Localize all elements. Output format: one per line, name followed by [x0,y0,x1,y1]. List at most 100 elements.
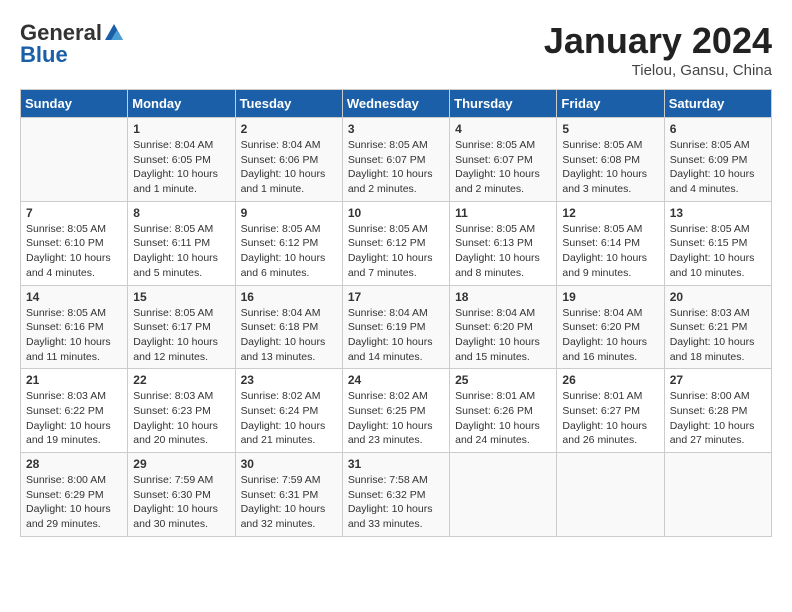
logo-icon [103,22,125,44]
calendar-cell [664,453,771,537]
day-number: 16 [241,290,337,304]
header-thursday: Thursday [450,90,557,118]
calendar-cell: 24 Sunrise: 8:02 AMSunset: 6:25 PMDayligh… [342,369,449,453]
calendar-cell: 1 Sunrise: 8:04 AMSunset: 6:05 PMDaylight… [128,118,235,202]
day-info: Sunrise: 8:03 AMSunset: 6:21 PMDaylight:… [670,306,766,365]
day-info: Sunrise: 8:04 AMSunset: 6:20 PMDaylight:… [455,306,551,365]
day-info: Sunrise: 7:58 AMSunset: 6:32 PMDaylight:… [348,473,444,532]
calendar-week-row: 7Sunrise: 8:05 AMSunset: 6:10 PMDaylight… [21,201,772,285]
day-number: 12 [562,206,658,220]
day-number: 22 [133,373,229,387]
page-header: General Blue January 2024 Tielou, Gansu,… [20,20,772,79]
day-info: Sunrise: 8:00 AMSunset: 6:28 PMDaylight:… [670,389,766,448]
header-tuesday: Tuesday [235,90,342,118]
day-number: 25 [455,373,551,387]
calendar-cell: 7Sunrise: 8:05 AMSunset: 6:10 PMDaylight… [21,201,128,285]
location-title: Tielou, Gansu, China [544,62,772,79]
day-info: Sunrise: 8:04 AMSunset: 6:06 PMDaylight:… [241,138,337,197]
day-info: Sunrise: 8:05 AMSunset: 6:14 PMDaylight:… [562,222,658,281]
day-info: Sunrise: 8:02 AMSunset: 6:25 PMDaylight:… [348,389,444,448]
day-number: 20 [670,290,766,304]
calendar-cell: 21Sunrise: 8:03 AMSunset: 6:22 PMDayligh… [21,369,128,453]
day-info: Sunrise: 8:04 AMSunset: 6:18 PMDaylight:… [241,306,337,365]
day-number: 15 [133,290,229,304]
day-info: Sunrise: 8:05 AMSunset: 6:09 PMDaylight:… [670,138,766,197]
calendar-table: SundayMondayTuesdayWednesdayThursdayFrid… [20,89,772,537]
day-number: 13 [670,206,766,220]
day-number: 6 [670,122,766,136]
calendar-cell: 14 Sunrise: 8:05 AMSunset: 6:16 PMDayligh… [21,285,128,369]
day-info: Sunrise: 8:01 AMSunset: 6:27 PMDaylight:… [562,389,658,448]
header-friday: Friday [557,90,664,118]
day-number: 29 [133,457,229,471]
day-info: Sunrise: 8:05 AMSunset: 6:07 PMDaylight:… [455,138,551,197]
calendar-cell: 28 Sunrise: 8:00 AMSunset: 6:29 PMDayligh… [21,453,128,537]
day-number: 30 [241,457,337,471]
day-number: 19 [562,290,658,304]
calendar-cell: 8Sunrise: 8:05 AMSunset: 6:11 PMDaylight… [128,201,235,285]
calendar-cell: 2 Sunrise: 8:04 AMSunset: 6:06 PMDaylight… [235,118,342,202]
day-number: 9 [241,206,337,220]
day-number: 24 [348,373,444,387]
day-number: 2 [241,122,337,136]
day-info: Sunrise: 8:05 AMSunset: 6:08 PMDaylight:… [562,138,658,197]
calendar-cell: 4 Sunrise: 8:05 AMSunset: 6:07 PMDaylight… [450,118,557,202]
calendar-cell: 13 Sunrise: 8:05 AMSunset: 6:15 PMDayligh… [664,201,771,285]
calendar-cell: 17 Sunrise: 8:04 AMSunset: 6:19 PMDayligh… [342,285,449,369]
day-info: Sunrise: 8:05 AMSunset: 6:15 PMDaylight:… [670,222,766,281]
day-number: 3 [348,122,444,136]
day-info: Sunrise: 8:02 AMSunset: 6:24 PMDaylight:… [241,389,337,448]
day-number: 11 [455,206,551,220]
calendar-header-row: SundayMondayTuesdayWednesdayThursdayFrid… [21,90,772,118]
calendar-cell: 22Sunrise: 8:03 AMSunset: 6:23 PMDayligh… [128,369,235,453]
day-number: 21 [26,373,122,387]
day-info: Sunrise: 8:05 AMSunset: 6:17 PMDaylight:… [133,306,229,365]
title-block: January 2024 Tielou, Gansu, China [544,20,772,79]
day-info: Sunrise: 8:05 AMSunset: 6:07 PMDaylight:… [348,138,444,197]
calendar-cell: 20 Sunrise: 8:03 AMSunset: 6:21 PMDayligh… [664,285,771,369]
calendar-cell [21,118,128,202]
day-info: Sunrise: 8:05 AMSunset: 6:12 PMDaylight:… [241,222,337,281]
day-number: 26 [562,373,658,387]
calendar-cell: 10 Sunrise: 8:05 AMSunset: 6:12 PMDayligh… [342,201,449,285]
calendar-cell: 18 Sunrise: 8:04 AMSunset: 6:20 PMDayligh… [450,285,557,369]
day-info: Sunrise: 8:05 AMSunset: 6:16 PMDaylight:… [26,306,122,365]
calendar-cell: 30Sunrise: 7:59 AMSunset: 6:31 PMDayligh… [235,453,342,537]
calendar-cell: 9 Sunrise: 8:05 AMSunset: 6:12 PMDaylight… [235,201,342,285]
day-number: 14 [26,290,122,304]
logo: General Blue [20,20,126,68]
calendar-cell: 31 Sunrise: 7:58 AMSunset: 6:32 PMDayligh… [342,453,449,537]
day-info: Sunrise: 8:01 AMSunset: 6:26 PMDaylight:… [455,389,551,448]
month-title: January 2024 [544,20,772,62]
day-number: 27 [670,373,766,387]
calendar-week-row: 21Sunrise: 8:03 AMSunset: 6:22 PMDayligh… [21,369,772,453]
day-number: 10 [348,206,444,220]
header-sunday: Sunday [21,90,128,118]
header-wednesday: Wednesday [342,90,449,118]
calendar-cell: 15 Sunrise: 8:05 AMSunset: 6:17 PMDayligh… [128,285,235,369]
calendar-cell: 29 Sunrise: 7:59 AMSunset: 6:30 PMDayligh… [128,453,235,537]
calendar-cell: 19Sunrise: 8:04 AMSunset: 6:20 PMDayligh… [557,285,664,369]
header-monday: Monday [128,90,235,118]
calendar-cell: 16 Sunrise: 8:04 AMSunset: 6:18 PMDayligh… [235,285,342,369]
day-info: Sunrise: 8:05 AMSunset: 6:12 PMDaylight:… [348,222,444,281]
calendar-week-row: 28 Sunrise: 8:00 AMSunset: 6:29 PMDayligh… [21,453,772,537]
day-info: Sunrise: 8:00 AMSunset: 6:29 PMDaylight:… [26,473,122,532]
day-number: 7 [26,206,122,220]
day-info: Sunrise: 8:05 AMSunset: 6:13 PMDaylight:… [455,222,551,281]
day-info: Sunrise: 7:59 AMSunset: 6:30 PMDaylight:… [133,473,229,532]
day-number: 28 [26,457,122,471]
calendar-week-row: 14 Sunrise: 8:05 AMSunset: 6:16 PMDayligh… [21,285,772,369]
day-number: 23 [241,373,337,387]
day-info: Sunrise: 8:04 AMSunset: 6:05 PMDaylight:… [133,138,229,197]
day-number: 31 [348,457,444,471]
day-number: 18 [455,290,551,304]
day-info: Sunrise: 8:04 AMSunset: 6:19 PMDaylight:… [348,306,444,365]
logo-blue: Blue [20,42,68,68]
calendar-cell: 11 Sunrise: 8:05 AMSunset: 6:13 PMDayligh… [450,201,557,285]
day-number: 4 [455,122,551,136]
calendar-cell: 6 Sunrise: 8:05 AMSunset: 6:09 PMDaylight… [664,118,771,202]
day-number: 1 [133,122,229,136]
calendar-cell: 5Sunrise: 8:05 AMSunset: 6:08 PMDaylight… [557,118,664,202]
day-number: 17 [348,290,444,304]
